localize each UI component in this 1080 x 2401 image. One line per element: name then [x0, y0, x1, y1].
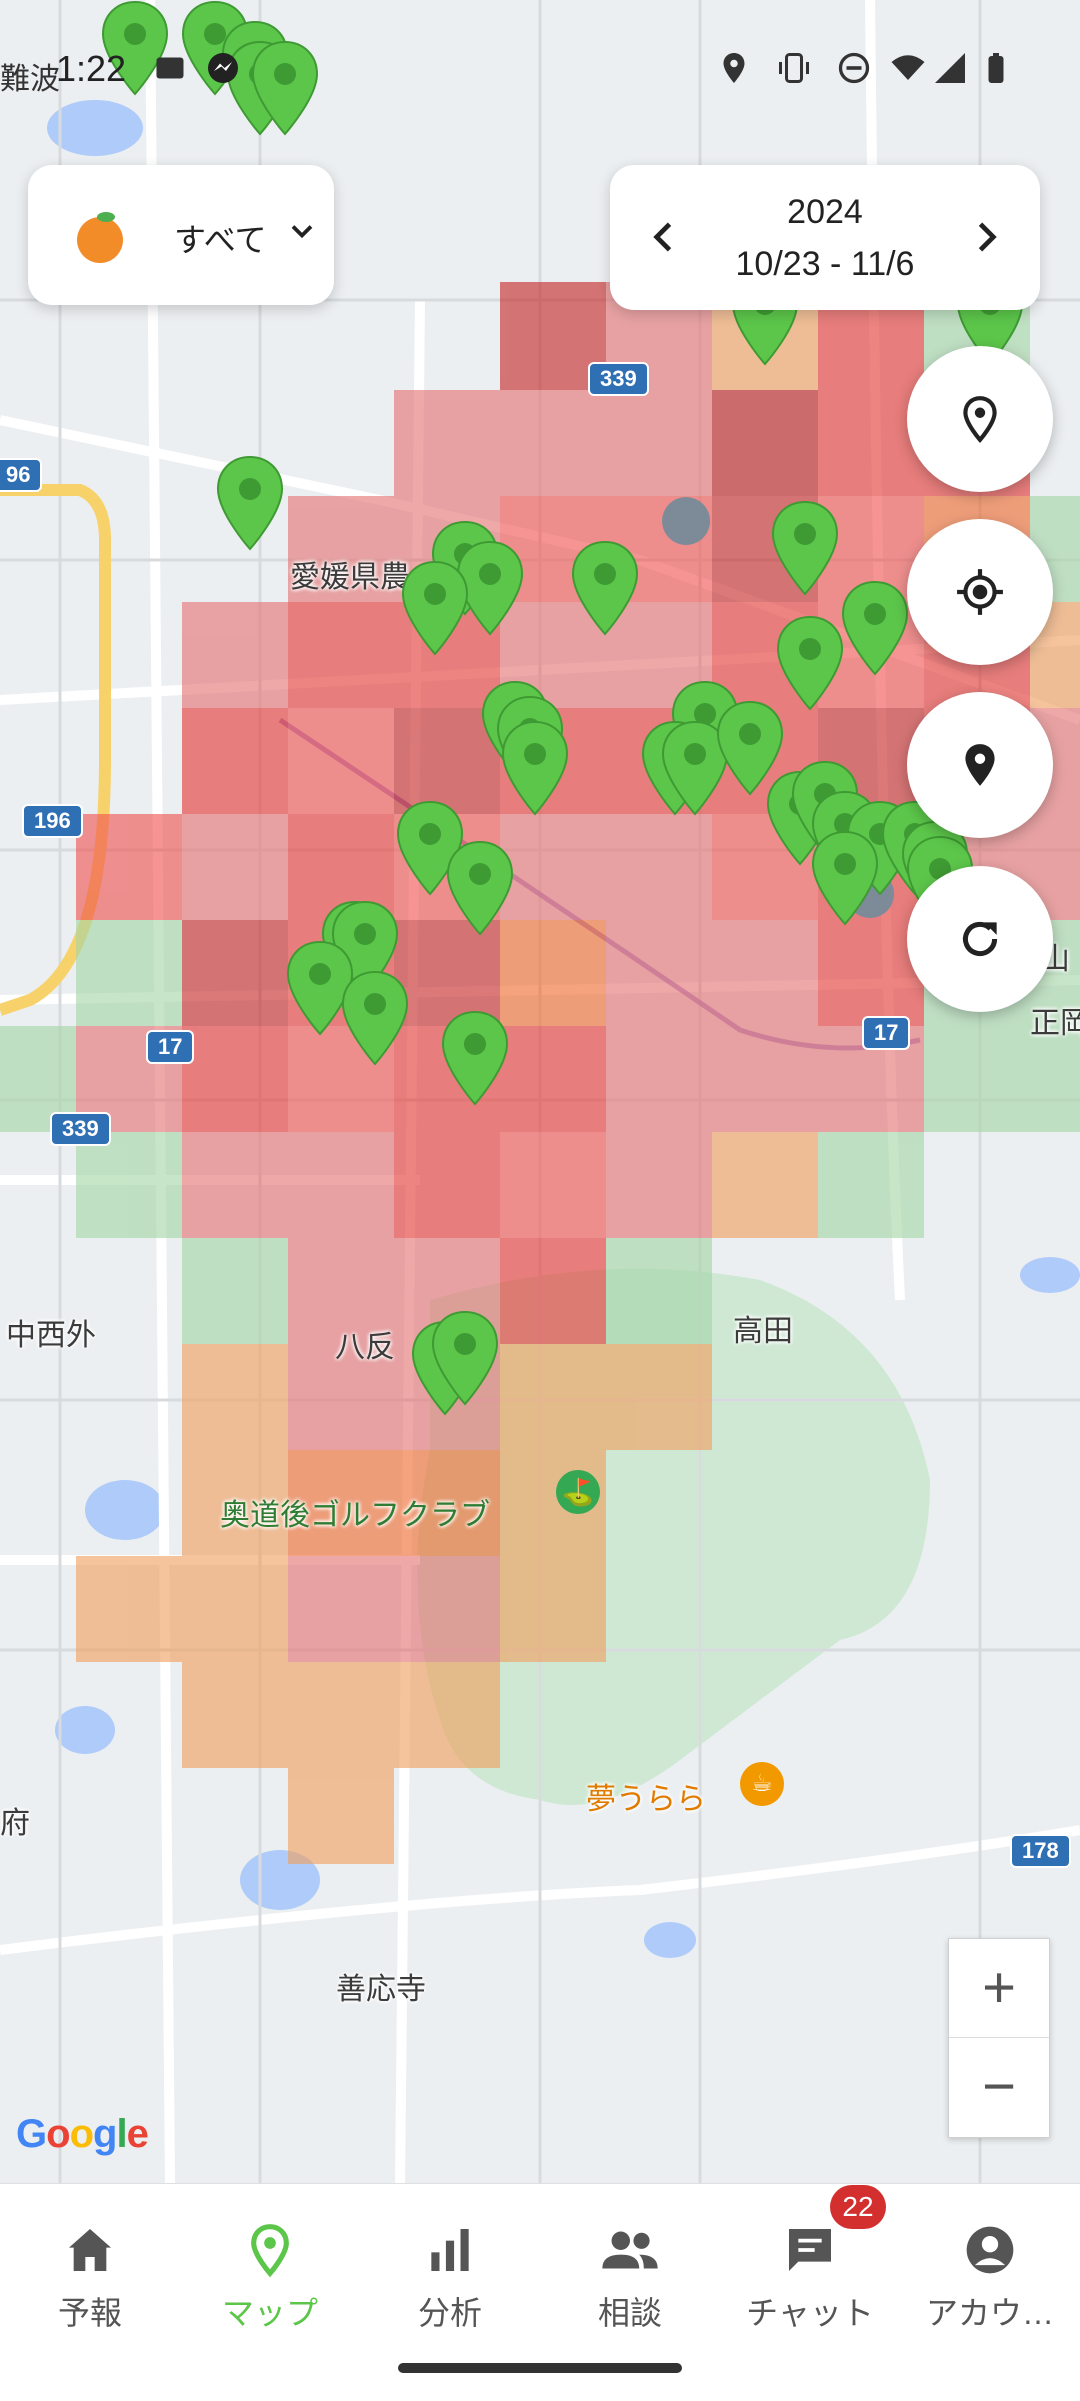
observation-pin-icon[interactable]: [570, 540, 640, 636]
date-range-selector: 2024 10/23 - 11/6: [610, 165, 1040, 310]
nav-forecast[interactable]: 予報: [0, 2204, 180, 2354]
do-not-disturb-icon: [838, 52, 870, 84]
my-location-button[interactable]: [907, 519, 1053, 665]
map-label-zenoji: 善応寺: [336, 1973, 426, 2006]
nav-label: マップ: [221, 2295, 318, 2331]
road-shield: 339: [50, 1112, 111, 1146]
chat-icon: [789, 2229, 831, 2271]
observation-pin-icon[interactable]: [445, 840, 515, 936]
status-bar: 難波 1:22: [0, 0, 1080, 130]
map-label-naka-nishi: 中西外: [6, 1319, 96, 1352]
status-time: 1:22: [56, 48, 127, 89]
home-indicator: [398, 2363, 682, 2373]
chevron-right-icon[interactable]: [964, 215, 1008, 259]
refresh-icon: [962, 921, 998, 957]
map-pin-icon: [251, 2224, 289, 2278]
battery-icon: [988, 53, 1004, 83]
crop-filter-dropdown[interactable]: すべて: [28, 165, 334, 305]
refresh-button[interactable]: [907, 866, 1053, 1012]
zoom-controls: + −: [948, 1938, 1050, 2138]
observation-pin-icon[interactable]: [775, 615, 845, 711]
cafe-icon[interactable]: ☕: [740, 1762, 784, 1806]
nav-label: アカウ…: [925, 2295, 1054, 2331]
map-label-lab: 愛媛県農: [290, 561, 410, 594]
map-label-hattan: 八反: [335, 1331, 395, 1364]
observation-pin-icon[interactable]: [770, 500, 840, 596]
map-label-yume: 夢うらら: [586, 1783, 706, 1816]
map-label-seiko: 正岡: [1030, 1007, 1080, 1040]
observation-pin-icon[interactable]: [215, 455, 285, 551]
chevron-down-icon: [291, 225, 313, 239]
sim-card-icon: [156, 57, 184, 79]
map-base: [0, 0, 1080, 2183]
road-shield: 196: [22, 804, 83, 838]
home-icon: [69, 2229, 111, 2271]
map-label-fu: 府: [0, 1807, 30, 1840]
nav-label: チャット: [746, 2295, 874, 2331]
nav-map[interactable]: マップ: [180, 2204, 360, 2354]
road-shield: 178: [1010, 1834, 1071, 1868]
map-view[interactable]: 愛媛県農 研 中西外 八反 高田 奥道後ゴルフクラブ 夢うらら 善応寺 府 山 …: [0, 0, 1080, 2183]
messenger-icon: [208, 53, 238, 83]
road-shield: 17: [146, 1030, 195, 1064]
observation-pin-icon[interactable]: [430, 1310, 500, 1406]
road-shield: 96: [0, 458, 43, 492]
add-pin-button[interactable]: [907, 346, 1053, 492]
my-location-icon: [957, 569, 1003, 615]
show-pins-button[interactable]: [907, 692, 1053, 838]
map-label-golf: 奥道後ゴルフクラブ: [220, 1499, 490, 1532]
golf-icon[interactable]: ⛳: [556, 1470, 600, 1514]
signal-icon: [935, 53, 965, 83]
nav-consult[interactable]: 相談: [540, 2204, 720, 2354]
people-icon: [602, 2231, 658, 2269]
wifi-icon: [891, 55, 925, 80]
road-shield: 339: [588, 362, 649, 396]
status-location: 難波: [0, 63, 60, 96]
filter-label: すべて: [174, 222, 267, 258]
nav-label: 分析: [417, 2295, 482, 2331]
observation-pin-icon[interactable]: [400, 560, 470, 656]
orange-icon: [77, 212, 123, 263]
observation-pin-icon[interactable]: [500, 720, 570, 816]
zoom-in-button[interactable]: +: [949, 1939, 1049, 2038]
location-icon: [723, 53, 745, 83]
pin-outline-icon: [963, 396, 997, 443]
observation-pin-icon[interactable]: [440, 1010, 510, 1106]
chat-badge: 22: [830, 2185, 886, 2229]
account-icon: [966, 2226, 1014, 2274]
observation-pin-icon[interactable]: [340, 970, 410, 1066]
map-label-takada: 高田: [733, 1315, 793, 1348]
observation-pin-icon[interactable]: [840, 580, 910, 676]
observation-pin-icon[interactable]: [810, 830, 880, 926]
nav-account[interactable]: アカウ…: [900, 2204, 1080, 2354]
vibrate-icon: [779, 53, 809, 83]
pin-filled-icon: [965, 744, 995, 786]
bar-chart-icon: [431, 2229, 469, 2271]
zoom-out-button[interactable]: −: [949, 2038, 1049, 2136]
nav-label: 相談: [597, 2295, 662, 2331]
nav-analysis[interactable]: 分析: [360, 2204, 540, 2354]
road-shield: 17: [862, 1016, 911, 1050]
google-logo: Google: [16, 2112, 149, 2156]
nav-label: 予報: [57, 2295, 122, 2331]
